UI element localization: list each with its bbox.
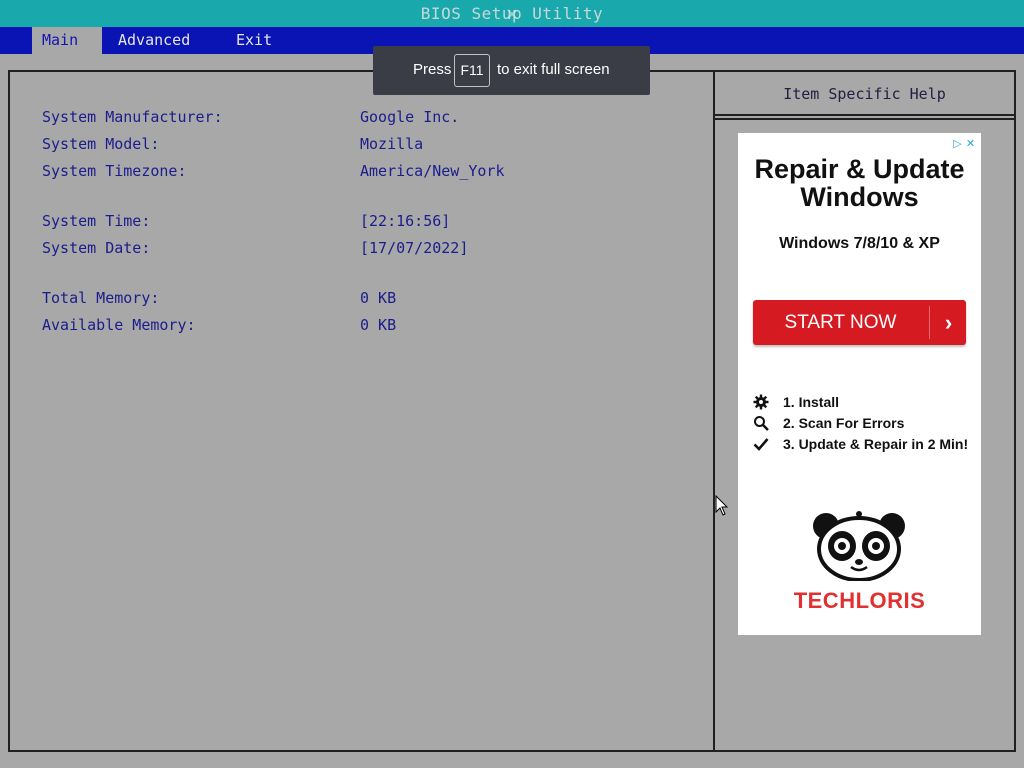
gear-icon [753, 394, 769, 410]
info-label: System Manufacturer: [42, 108, 223, 126]
ad-step-text: 2. Scan For Errors [783, 415, 905, 431]
ad-headline: Repair & Update Windows [738, 155, 981, 211]
toast-press-text: Press [413, 61, 452, 78]
info-value: Google Inc. [360, 108, 460, 126]
adchoices-icon[interactable]: ▷ [951, 137, 964, 151]
info-label: System Time: [42, 212, 151, 230]
menu-main[interactable]: Main [32, 27, 102, 54]
close-fullscreen-icon[interactable]: ✕ [496, 2, 528, 26]
info-label: Available Memory: [42, 316, 196, 334]
checkmark-icon [753, 438, 769, 451]
start-now-label: START NOW [784, 312, 897, 333]
info-label: System Date: [42, 239, 151, 257]
advertisement[interactable]: ▷ ✕ Repair & Update Windows Windows 7/8/1… [738, 133, 981, 635]
fullscreen-toast: Press F11 to exit full screen [373, 46, 650, 95]
close-icon[interactable]: ✕ [964, 137, 977, 151]
panda-logo-icon [813, 511, 905, 581]
ad-headline-line2: Windows [800, 182, 919, 212]
toast-message: to exit full screen [497, 61, 610, 78]
start-now-button[interactable]: START NOW › [753, 300, 966, 345]
info-label: Total Memory: [42, 289, 160, 307]
chevron-right-icon: › [944, 310, 953, 335]
menu-advanced[interactable]: Advanced [108, 27, 200, 54]
menu-exit[interactable]: Exit [226, 27, 282, 54]
help-panel-divider [715, 118, 1014, 120]
info-label: System Model: [42, 135, 160, 153]
ad-step-text: 1. Install [783, 394, 840, 410]
f11-key-badge: F11 [454, 54, 490, 87]
help-panel-header: Item Specific Help [715, 72, 1014, 116]
ad-subheadline: Windows 7/8/10 & XP [779, 235, 940, 252]
info-value: America/New_York [360, 162, 505, 180]
info-value: 0 KB [360, 316, 397, 334]
search-icon [754, 416, 769, 431]
button-divider [929, 306, 930, 339]
info-label: System Timezone: [42, 162, 187, 180]
title-bar: BIOS Setup Utility ✕ [0, 0, 1024, 27]
info-value: 0 KB [360, 289, 397, 307]
info-value: Mozilla [360, 135, 424, 153]
panel-divider [713, 72, 715, 750]
date-field[interactable]: [17/07/2022] [360, 238, 468, 258]
mouse-cursor-icon [715, 495, 729, 516]
ad-headline-line1: Repair & Update [754, 154, 965, 184]
ad-step-text: 3. Update & Repair in 2 Min! [783, 436, 969, 452]
time-field[interactable]: [22:16:56] [360, 211, 450, 231]
ad-choices[interactable]: ▷ ✕ [951, 134, 981, 150]
brand-name: TECHLORIS [793, 588, 926, 613]
